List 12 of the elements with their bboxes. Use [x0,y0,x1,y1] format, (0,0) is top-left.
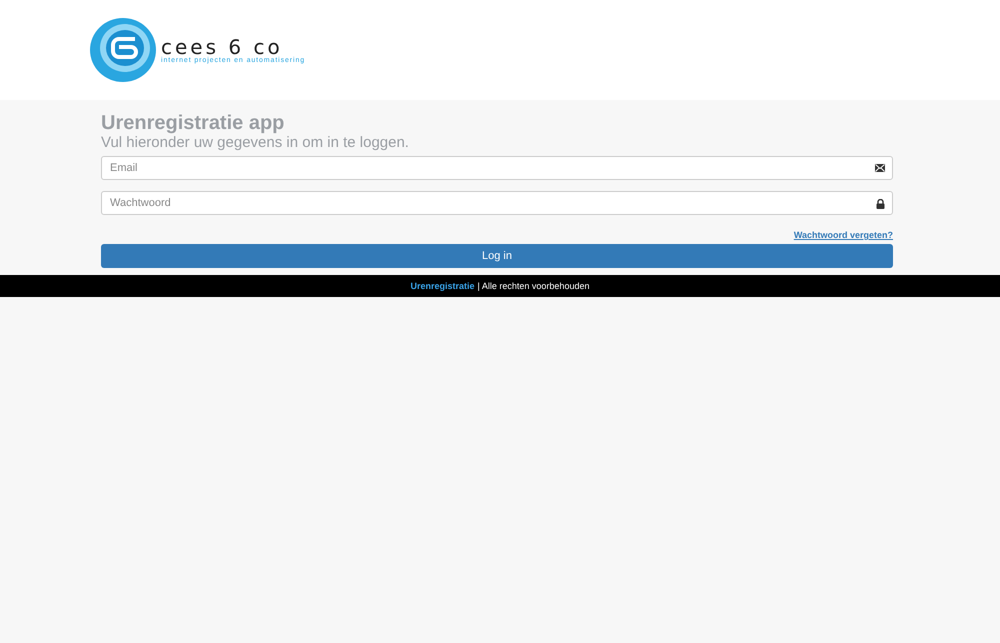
logo-ring-icon [89,17,157,83]
password-field[interactable]: Wachtwoord [101,191,893,215]
footer-link[interactable]: Urenregistratie [410,281,475,291]
envelope-icon [875,164,885,172]
page-title: Urenregistratie app [101,112,286,134]
page-subtitle: Vul hieronder uw gegevens in om in te loggen. [101,134,410,152]
footer-text: | Alle rechten voorbehouden [478,281,590,291]
email-field[interactable]: Email [101,156,893,180]
forgot-password-link[interactable]: Wachtwoord vergeten? [794,230,893,240]
lock-icon [876,199,885,209]
login-button[interactable]: Log in [101,244,893,268]
logo-name: cees 6 co [161,36,283,56]
